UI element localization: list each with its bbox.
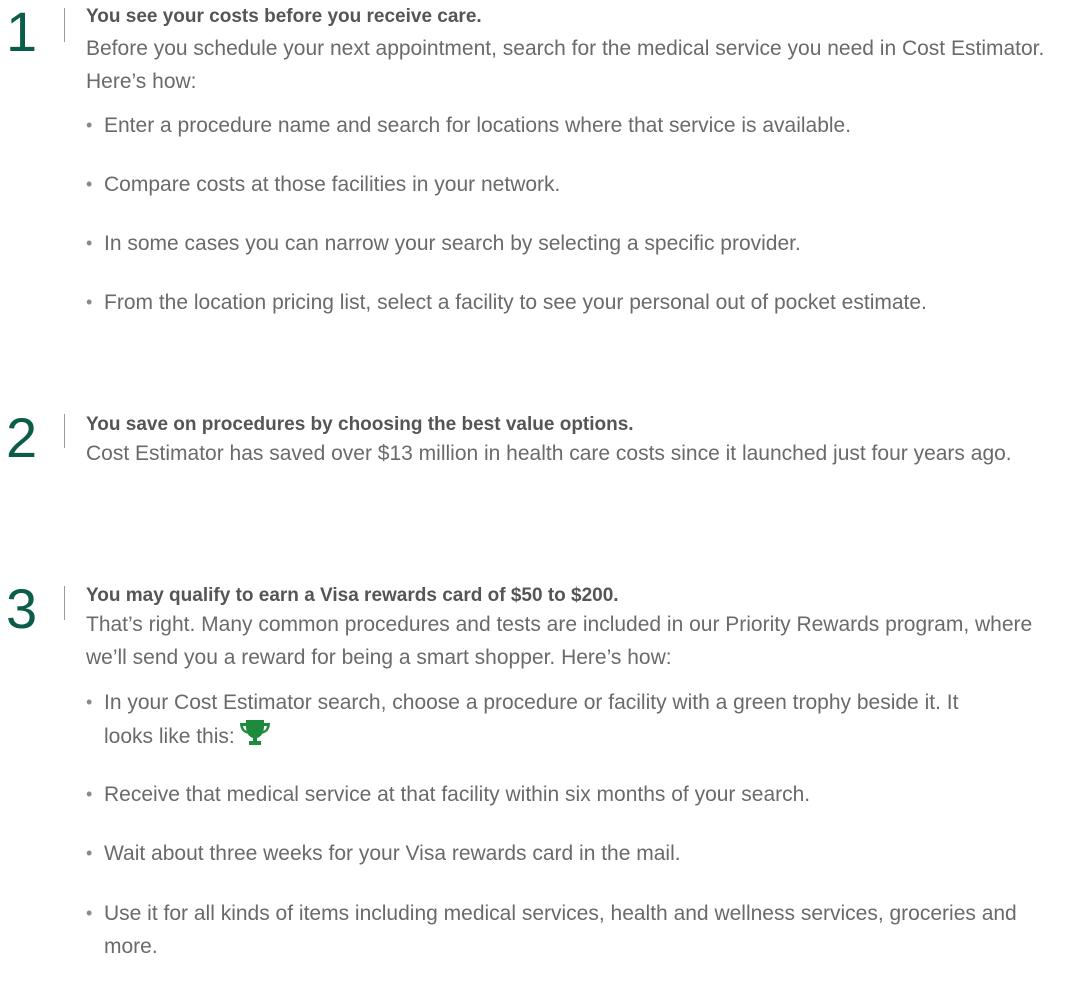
bullet-dot: • xyxy=(86,115,93,135)
section-heading: You may qualify to earn a Visa rewards c… xyxy=(86,585,619,606)
section-divider xyxy=(64,8,65,42)
section-heading: You see your costs before you receive ca… xyxy=(86,6,482,27)
section-heading: You save on procedures by choosing the b… xyxy=(86,414,634,435)
bullet-dot: • xyxy=(86,903,93,923)
bullet-text-content: In your Cost Estimator search, choose a … xyxy=(104,691,959,748)
bullet-dot: • xyxy=(86,692,93,712)
section-number: 2 xyxy=(6,406,38,469)
bullet-dot: • xyxy=(86,843,93,863)
section-number: 1 xyxy=(6,0,38,63)
section-body: That’s right. Many common procedures and… xyxy=(86,613,1033,669)
bullet-text: Enter a procedure name and search for lo… xyxy=(104,114,852,137)
section-body: Cost Estimator has saved over $13 millio… xyxy=(86,442,1012,465)
section-divider xyxy=(64,414,65,448)
bullet-dot: • xyxy=(86,784,93,804)
trophy-icon xyxy=(239,719,271,757)
bullet-dot: • xyxy=(86,292,93,312)
bullet-text: Use it for all kinds of items including … xyxy=(104,902,1017,958)
bullet-dot: • xyxy=(86,174,93,194)
bullet-text: Receive that medical service at that fac… xyxy=(104,783,811,806)
bullet-text: From the location pricing list, select a… xyxy=(104,291,927,314)
section-divider xyxy=(64,586,65,620)
section-body: Before you schedule your next appointmen… xyxy=(86,37,1045,93)
section-number: 3 xyxy=(6,577,38,640)
bullet-text: In your Cost Estimator search, choose a … xyxy=(104,686,984,757)
bullet-dot: • xyxy=(86,233,93,253)
bullet-text: In some cases you can narrow your search… xyxy=(104,232,801,255)
bullet-text: Wait about three weeks for your Visa rew… xyxy=(104,842,681,865)
bullet-text: Compare costs at those facilities in you… xyxy=(104,173,561,196)
